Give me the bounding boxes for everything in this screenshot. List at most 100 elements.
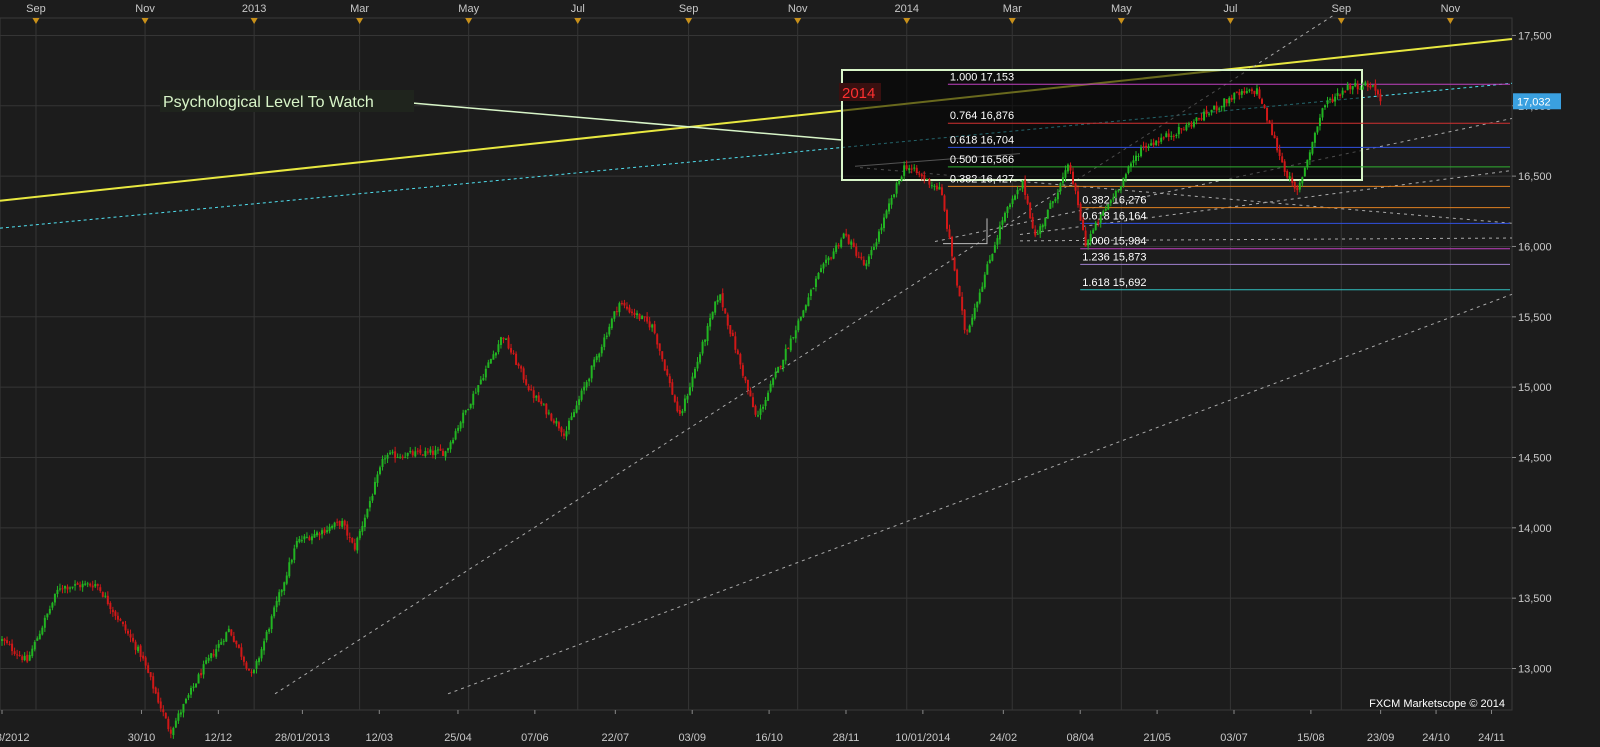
up-candle [434, 450, 437, 456]
up-candle [1311, 141, 1314, 154]
up-candle [366, 508, 369, 518]
up-candle [842, 233, 845, 239]
down-candle [625, 306, 628, 309]
up-candle [1051, 201, 1054, 204]
up-candle [358, 531, 361, 539]
up-candle [789, 338, 792, 351]
up-candle [376, 474, 379, 483]
up-candle [499, 337, 502, 345]
down-candle [308, 537, 311, 541]
up-candle [872, 246, 875, 251]
up-candle [636, 313, 639, 316]
up-candle [1104, 208, 1107, 211]
up-candle [696, 361, 699, 369]
up-candle [190, 687, 192, 695]
up-candle [875, 242, 878, 247]
up-candle [1056, 192, 1059, 200]
up-candle [217, 643, 220, 648]
down-candle [162, 709, 165, 713]
down-candle [13, 651, 16, 654]
top-axis-label: Sep [26, 3, 46, 15]
up-candle [1137, 156, 1140, 158]
up-candle [888, 203, 891, 212]
up-candle [1140, 147, 1143, 157]
up-candle [1316, 126, 1319, 133]
up-candle [462, 412, 465, 424]
down-candle [109, 602, 112, 610]
down-candle [502, 337, 505, 340]
up-candle [575, 405, 578, 413]
down-candle [560, 427, 563, 433]
down-candle [1029, 202, 1032, 218]
up-candle [1195, 117, 1198, 122]
down-candle [336, 521, 339, 523]
down-candle [250, 671, 253, 673]
down-candle [159, 701, 162, 709]
down-candle [663, 359, 666, 371]
up-candle [469, 403, 472, 408]
down-candle [847, 234, 850, 244]
up-candle [832, 251, 835, 259]
up-candle [603, 337, 606, 347]
up-candle [706, 325, 709, 341]
up-candle [227, 628, 230, 633]
fib-retracement-label: 0.500 16,566 [950, 154, 1014, 166]
down-candle [230, 629, 233, 636]
bottom-axis-label: 28/01/2013 [275, 732, 330, 744]
down-candle [1339, 94, 1342, 97]
up-candle [585, 382, 588, 388]
down-candle [124, 624, 127, 631]
up-candle [570, 416, 573, 420]
down-candle [1152, 142, 1155, 146]
up-candle [1361, 86, 1364, 90]
up-candle [104, 595, 107, 597]
up-candle [371, 495, 374, 501]
up-candle [998, 225, 1001, 240]
up-candle [326, 530, 329, 533]
bottom-axis-label: 03/07 [1220, 732, 1248, 744]
up-candle [255, 661, 258, 669]
down-candle [1215, 105, 1218, 111]
up-candle [711, 311, 714, 319]
down-candle [1276, 137, 1279, 151]
up-candle [822, 263, 825, 269]
up-candle [900, 176, 903, 181]
up-candle [489, 358, 492, 364]
down-candle [1268, 120, 1271, 124]
up-candle [608, 326, 611, 335]
psychological-level-label: Psychological Level To Watch [163, 94, 374, 111]
down-candle [1293, 181, 1296, 189]
up-candle [381, 458, 384, 467]
down-candle [394, 451, 397, 459]
fib-extension-label: 1.000 15,984 [1082, 236, 1146, 248]
down-candle [530, 389, 533, 391]
up-candle [1324, 105, 1326, 108]
up-candle [1321, 108, 1324, 118]
fib-retracement-label: 1.000 17,153 [950, 71, 1014, 83]
up-candle [404, 456, 407, 458]
up-candle [449, 442, 452, 450]
up-candle [618, 303, 621, 313]
current-price-label: 17,032 [1517, 96, 1551, 108]
up-candle [1092, 230, 1095, 234]
down-candle [1253, 90, 1256, 94]
fib-retracement-label: 0.618 16,704 [950, 134, 1014, 146]
down-candle [442, 450, 444, 456]
down-candle [552, 420, 555, 423]
up-candle [590, 365, 593, 379]
up-candle [1177, 126, 1180, 135]
up-candle [1306, 159, 1309, 168]
up-candle [457, 427, 460, 431]
up-candle [555, 420, 558, 424]
up-candle [782, 359, 785, 369]
up-candle [1059, 183, 1062, 192]
up-candle [1255, 88, 1258, 95]
up-candle [1061, 177, 1064, 184]
down-candle [638, 313, 641, 320]
y-tick-label: 13,000 [1518, 664, 1552, 676]
up-candle [880, 227, 883, 231]
up-candle [1329, 98, 1332, 100]
down-candle [89, 583, 92, 586]
up-candle [23, 655, 26, 661]
up-candle [1011, 198, 1014, 205]
